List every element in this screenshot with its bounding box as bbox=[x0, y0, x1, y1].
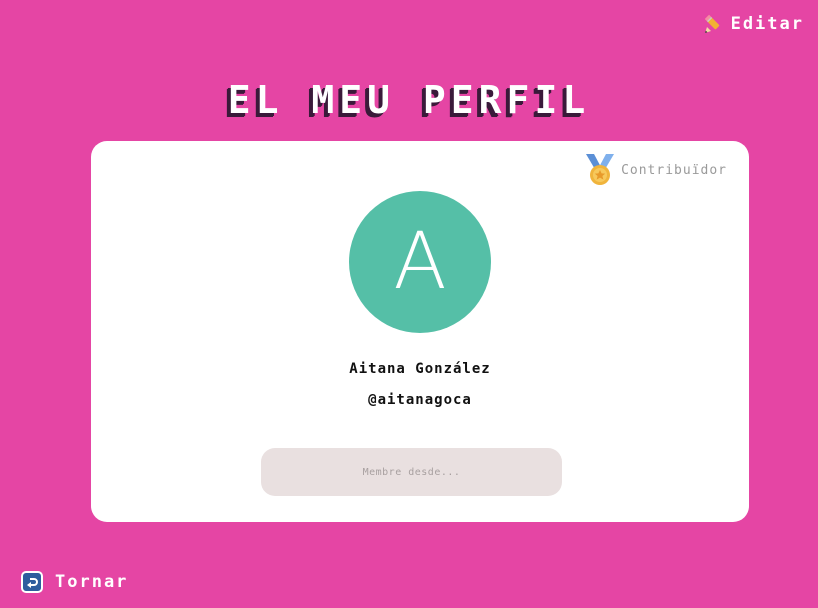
page-title: EL MEU PERFIL bbox=[227, 78, 591, 122]
member-since-field: Membre desde... bbox=[261, 448, 562, 496]
contributor-badge: Contribuïdor bbox=[583, 153, 727, 187]
medal-icon bbox=[583, 153, 617, 187]
avatar: A bbox=[349, 191, 491, 333]
back-button[interactable]: Tornar bbox=[21, 571, 128, 593]
full-name: Aitana González bbox=[349, 361, 491, 377]
username: @aitanagoca bbox=[368, 392, 472, 408]
pencil-icon bbox=[703, 13, 725, 35]
edit-button[interactable]: Editar bbox=[703, 13, 804, 35]
avatar-initial: A bbox=[393, 217, 447, 307]
edit-label: Editar bbox=[730, 14, 804, 34]
back-label: Tornar bbox=[55, 572, 129, 592]
profile-card: Contribuïdor A Aitana González @aitanago… bbox=[91, 141, 749, 522]
badge-label: Contribuïdor bbox=[621, 162, 727, 178]
return-icon bbox=[21, 571, 43, 593]
member-since-text: Membre desde... bbox=[362, 466, 461, 478]
